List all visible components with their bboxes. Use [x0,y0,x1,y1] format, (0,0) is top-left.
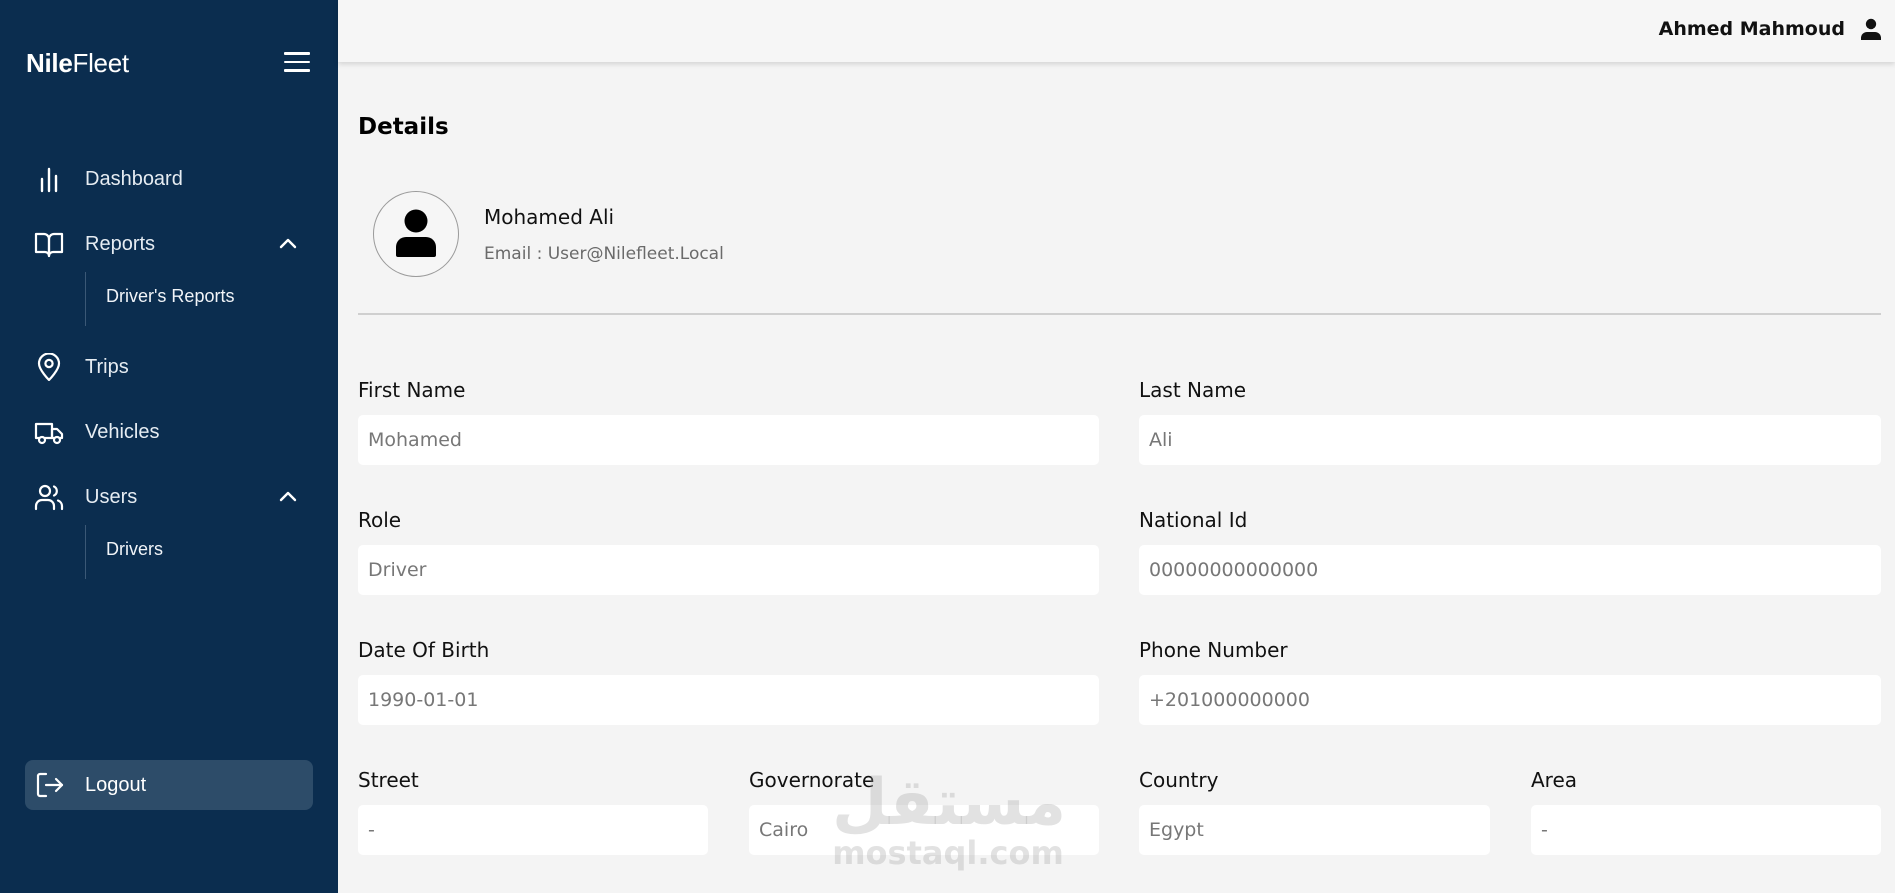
sidebar-item-trips[interactable]: Trips [0,343,338,391]
submenu-users [85,525,86,579]
page-title: Details [358,114,449,140]
section-divider [358,313,1881,315]
sidebar-item-label: Dashboard [85,167,183,190]
brand-logo[interactable]: NileFleet [26,48,129,79]
chevron-up-icon[interactable] [276,232,300,256]
sidebar-subitem-drivers[interactable]: Drivers [106,539,163,560]
dob-field[interactable] [358,675,1099,725]
brand-name-light: Fleet [72,48,129,78]
submenu-reports [85,272,86,326]
sidebar-item-reports[interactable]: Reports [0,220,338,268]
current-user-name[interactable]: Ahmed Mahmoud [1659,18,1845,40]
phone-field[interactable] [1139,675,1881,725]
street-label: Street [358,768,419,792]
sidebar-item-label: Trips [85,355,129,378]
top-bar: Ahmed Mahmoud [338,0,1895,62]
street-field[interactable] [358,805,708,855]
sidebar-item-label: Reports [85,232,156,255]
bar-chart-icon [40,167,58,193]
governorate-label: Governorate [749,768,875,792]
book-open-icon [34,232,64,258]
area-label: Area [1531,768,1578,792]
sidebar-item-label: Vehicles [85,420,160,443]
chevron-up-icon[interactable] [276,485,300,509]
map-pin-icon [37,353,61,381]
last-name-label: Last Name [1139,378,1247,402]
role-label: Role [358,508,402,532]
country-field[interactable] [1139,805,1490,855]
first-name-label: First Name [358,378,466,402]
first-name-field[interactable] [358,415,1099,465]
profile-email: Email : User@Nilefleet.Local [484,244,724,264]
national-id-label: National Id [1139,508,1248,532]
user-silhouette-icon [396,209,436,257]
sidebar-item-dashboard[interactable]: Dashboard [0,155,338,203]
area-field[interactable] [1531,805,1881,855]
sidebar-item-users[interactable]: Users [0,473,338,521]
governorate-field[interactable] [749,805,1099,855]
logout-button[interactable]: Logout [25,760,313,810]
sidebar-subitem-drivers-reports[interactable]: Driver's Reports [106,286,234,307]
avatar [373,191,459,277]
country-label: Country [1139,768,1219,792]
profile-name: Mohamed Ali [484,205,615,229]
dob-label: Date Of Birth [358,638,490,662]
logout-label: Logout [85,774,147,796]
national-id-field[interactable] [1139,545,1881,595]
brand-name-bold: Nile [26,48,73,78]
truck-icon [34,422,64,445]
last-name-field[interactable] [1139,415,1881,465]
user-icon[interactable] [1859,17,1883,41]
users-icon [34,484,64,511]
sidebar-item-vehicles[interactable]: Vehicles [0,408,338,456]
sidebar-item-label: Users [85,485,138,508]
sidebar: NileFleet Dashboard Reports Driver's Rep… [0,0,338,893]
menu-toggle-icon[interactable] [284,52,310,74]
phone-label: Phone Number [1139,638,1288,662]
role-field[interactable] [358,545,1099,595]
logout-icon [36,772,64,798]
